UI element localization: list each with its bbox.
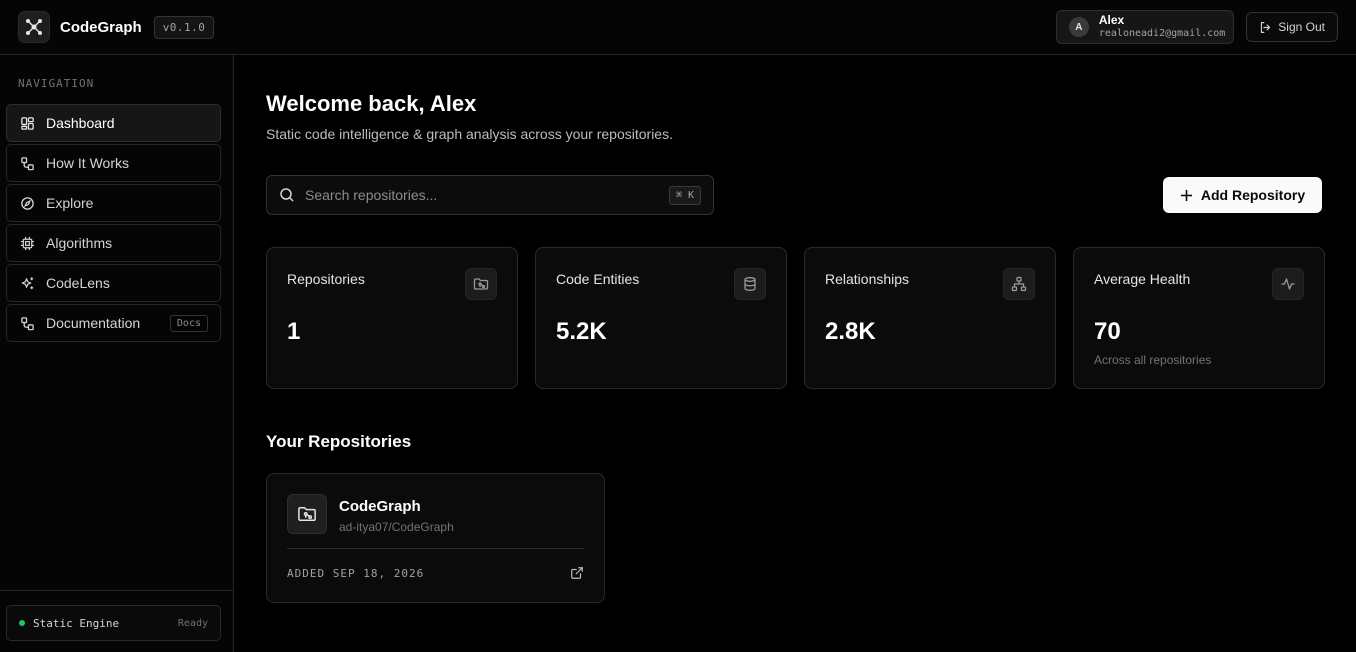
stat-value: 5.2K [556,318,607,345]
search-bar[interactable]: ⌘ K [266,175,714,215]
stat-value: 1 [287,318,301,345]
sparkles-icon [19,275,35,291]
sidebar-item-codelens[interactable]: CodeLens [6,264,221,302]
folder-git-icon [465,268,497,300]
repo-path: ad-itya07/CodeGraph [339,520,454,534]
app-header: CodeGraph v0.1.0 A Alex realoneadi2@gmai… [0,0,1356,55]
version-badge: v0.1.0 [153,15,215,39]
sign-out-button[interactable]: Sign Out [1246,12,1338,42]
stat-value: 2.8K [825,318,876,345]
divider [287,548,584,549]
logout-icon [1261,21,1271,33]
stat-card-code-entities: Code Entities 5.2K [535,247,787,389]
main-content: Welcome back, Alex Static code intellige… [234,55,1356,652]
nav-section-title: NAVIGATION [18,77,95,90]
sidebar-item-label: Dashboard [46,115,115,131]
sidebar-item-label: Algorithms [46,235,113,251]
keyboard-shortcut-badge: ⌘ K [668,185,701,205]
brand-name[interactable]: CodeGraph [60,19,142,36]
stat-label: Repositories [287,271,365,287]
stat-label: Code Entities [556,271,640,287]
docs-badge: Docs [169,314,208,332]
sidebar-item-label: Explore [46,195,94,211]
stat-card-repositories: Repositories 1 [266,247,518,389]
page-subtitle: Static code intelligence & graph analysi… [266,126,673,142]
add-repository-label: Add Repository [1200,187,1306,203]
sidebar-item-dashboard[interactable]: Dashboard [6,104,221,142]
cpu-icon [19,235,35,251]
stat-label: Relationships [825,271,910,287]
repo-name[interactable]: CodeGraph [339,498,421,515]
folder-git-icon [287,494,327,534]
activity-icon [1272,268,1304,300]
add-repository-button[interactable]: Add Repository [1163,177,1322,213]
sidebar: NAVIGATION Dashboard How It Works Explor… [0,55,234,652]
sidebar-footer: Static Engine Ready [0,590,233,652]
stat-label: Average Health [1094,271,1191,287]
workflow-icon [19,315,35,331]
sidebar-item-documentation[interactable]: Documentation Docs [6,304,221,342]
user-email: realoneadi2@gmail.com [1098,28,1226,39]
engine-status-text: Ready [177,617,208,629]
sign-out-label: Sign Out [1278,20,1325,34]
sidebar-item-how-it-works[interactable]: How It Works [6,144,221,182]
plus-icon [1180,189,1192,201]
stat-value: 70 [1094,318,1121,345]
sidebar-item-label: CodeLens [46,275,110,291]
user-name: Alex [1098,13,1125,27]
engine-status: Static Engine Ready [6,605,221,641]
logo-icon[interactable] [18,11,50,43]
status-dot-icon [19,620,25,626]
user-menu[interactable]: A Alex realoneadi2@gmail.com [1055,10,1235,44]
avatar: A [1068,17,1089,37]
external-link-icon[interactable] [570,566,584,580]
section-title: Your Repositories [266,432,412,451]
sidebar-item-algorithms[interactable]: Algorithms [6,224,221,262]
nav-list: Dashboard How It Works Explore Algorithm… [6,104,221,344]
database-icon [734,268,766,300]
stat-subtext: Across all repositories [1094,353,1212,367]
search-icon [280,188,294,202]
sidebar-item-label: How It Works [46,155,129,171]
dashboard-icon [19,115,35,131]
stat-card-average-health: Average Health 70 Across all repositorie… [1073,247,1325,389]
repo-card[interactable]: CodeGraph ad-itya07/CodeGraph ADDED SEP … [266,473,605,603]
compass-icon [19,195,35,211]
stat-card-relationships: Relationships 2.8K [804,247,1056,389]
engine-label: Static Engine [33,616,120,630]
search-input[interactable] [305,187,659,203]
network-icon [1003,268,1035,300]
sidebar-item-explore[interactable]: Explore [6,184,221,222]
workflow-icon [19,155,35,171]
page-title: Welcome back, Alex [266,91,477,116]
sidebar-item-label: Documentation [46,315,141,331]
repo-added-date: ADDED SEP 18, 2026 [287,567,425,580]
stats-grid: Repositories 1 Code Entities 5.2K Relati… [266,247,1325,389]
